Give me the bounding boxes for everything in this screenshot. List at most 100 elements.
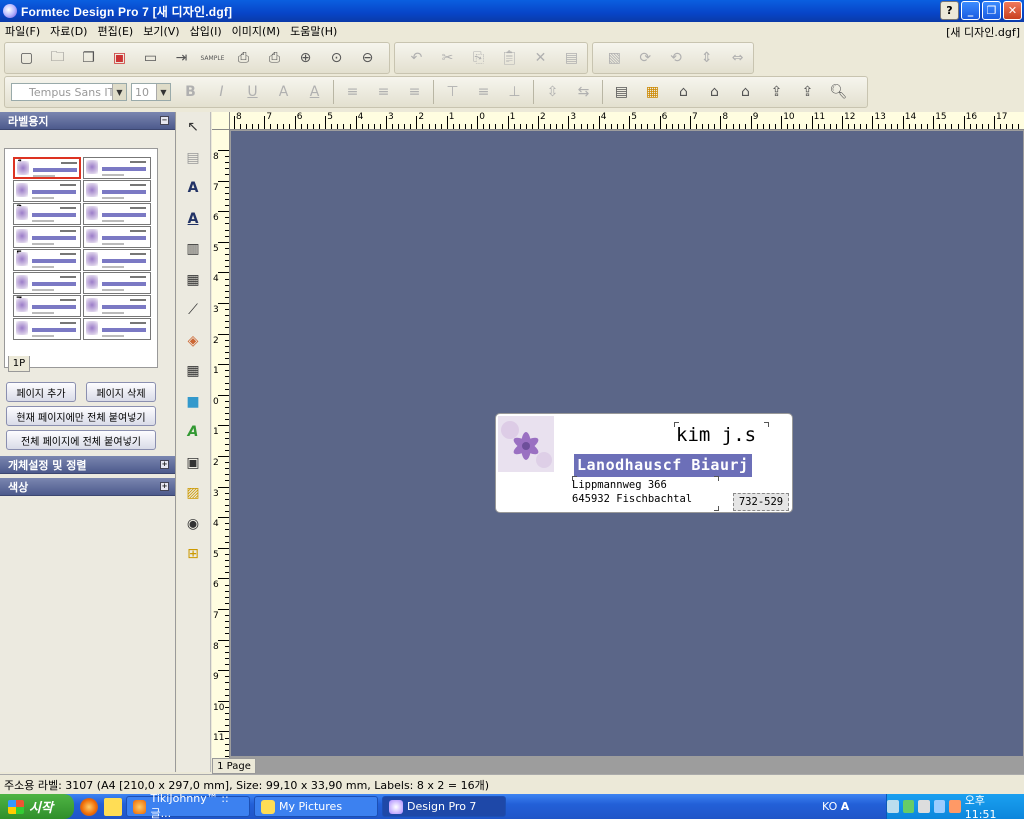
- label-company-text[interactable]: Lanodhauscf Biaurj: [574, 454, 752, 477]
- undo-icon[interactable]: ↶: [401, 45, 432, 71]
- rotate-icon[interactable]: ⟳: [630, 45, 661, 71]
- language-indicator[interactable]: KO A: [822, 800, 849, 813]
- tray-icon[interactable]: [902, 800, 915, 813]
- bold-icon[interactable]: B: [175, 79, 206, 105]
- layout-icon[interactable]: ⊞: [177, 539, 209, 570]
- table-icon[interactable]: ▦: [177, 356, 209, 387]
- 2d-barcode-icon[interactable]: ▦: [177, 265, 209, 296]
- flip-vertical-icon[interactable]: ⇕: [691, 45, 722, 71]
- valign-middle-icon[interactable]: ≡: [468, 79, 499, 105]
- label-code-text[interactable]: 732-529: [733, 493, 789, 511]
- text-box-icon[interactable]: A: [177, 204, 209, 235]
- move-up-icon[interactable]: ⇪: [761, 79, 792, 105]
- delete-page-button[interactable]: 페이지 삭제: [86, 382, 156, 402]
- paste-all-pages-button[interactable]: 전체 페이지에 전체 붙여넣기: [6, 430, 156, 450]
- label-thumb[interactable]: [83, 249, 151, 271]
- object-settings-header[interactable]: 개체설정 및 정렬 +: [0, 456, 175, 474]
- save-icon[interactable]: ▣: [104, 45, 135, 71]
- menu-edit[interactable]: 편집(E): [92, 23, 138, 39]
- outline-text-icon[interactable]: A: [268, 79, 299, 105]
- page-tab-1p[interactable]: 1P: [8, 356, 30, 372]
- tray-icon[interactable]: [933, 800, 946, 813]
- image-icon[interactable]: ▣: [177, 448, 209, 479]
- pointer-icon[interactable]: ↖: [177, 112, 209, 143]
- document-icon[interactable]: ▤: [177, 143, 209, 174]
- image-edit-icon[interactable]: ▧: [599, 45, 630, 71]
- move-down-icon[interactable]: ⇪: [792, 79, 823, 105]
- print-preview-icon[interactable]: ⎙: [259, 45, 290, 71]
- line-spacing-icon[interactable]: ⇳: [537, 79, 568, 105]
- char-spacing-icon[interactable]: ⇆: [568, 79, 599, 105]
- merge-alt-icon[interactable]: ⌂: [699, 79, 730, 105]
- new-icon[interactable]: ▢: [11, 45, 42, 71]
- align-left-icon[interactable]: ≡: [337, 79, 368, 105]
- align-right-icon[interactable]: ≡: [399, 79, 430, 105]
- label-thumb[interactable]: [13, 272, 81, 294]
- collapse-icon[interactable]: −: [160, 116, 169, 125]
- page-label-tab[interactable]: 1 Page: [212, 758, 256, 774]
- workspace[interactable]: kim j.s Lanodhauscf Biaurj Lippmannweg 3…: [231, 131, 1023, 756]
- label-name-text[interactable]: kim j.s: [676, 424, 756, 446]
- menu-image[interactable]: 이미지(M): [227, 23, 285, 39]
- label-thumb[interactable]: [83, 203, 151, 225]
- close-button[interactable]: ✕: [1003, 1, 1022, 20]
- address-label[interactable]: kim j.s Lanodhauscf Biaurj Lippmannweg 3…: [495, 413, 793, 513]
- help-button[interactable]: ?: [940, 1, 959, 20]
- properties-icon[interactable]: ▤: [556, 45, 587, 71]
- paste-current-page-button[interactable]: 현재 페이지에만 전체 붙여넣기: [6, 406, 156, 426]
- label-thumb[interactable]: [13, 180, 81, 202]
- search-icon[interactable]: 🔍︎: [823, 79, 854, 105]
- pdf417-icon[interactable]: ◉: [177, 509, 209, 540]
- menu-insert[interactable]: 삽입(I): [185, 23, 227, 39]
- underline-icon[interactable]: U: [237, 79, 268, 105]
- color-header[interactable]: 색상 +: [0, 478, 175, 496]
- export-icon[interactable]: ⇥: [166, 45, 197, 71]
- label-thumb[interactable]: 3: [13, 203, 81, 225]
- add-page-button[interactable]: 페이지 추가: [6, 382, 76, 402]
- delete-icon[interactable]: ✕: [525, 45, 556, 71]
- tray-icon[interactable]: [887, 800, 899, 813]
- clipart-icon[interactable]: ▨: [177, 478, 209, 509]
- task-my-pictures[interactable]: My Pictures: [254, 796, 378, 817]
- italic-icon[interactable]: I: [206, 79, 237, 105]
- menu-data[interactable]: 자료(D): [45, 23, 92, 39]
- font-color-icon[interactable]: A: [299, 79, 330, 105]
- label-thumb[interactable]: [13, 318, 81, 340]
- minimize-button[interactable]: _: [961, 1, 980, 20]
- record-icon[interactable]: ⌂: [730, 79, 761, 105]
- zoom-out-icon[interactable]: ⊖: [352, 45, 383, 71]
- expand-icon[interactable]: +: [160, 482, 169, 491]
- label-thumb[interactable]: [83, 318, 151, 340]
- label-thumb[interactable]: [13, 226, 81, 248]
- label-address-line1[interactable]: Lippmannweg 366: [572, 479, 667, 491]
- zoom-fit-icon[interactable]: ⊙: [321, 45, 352, 71]
- valign-bottom-icon[interactable]: ⊥: [499, 79, 530, 105]
- menu-help[interactable]: 도움말(H): [285, 23, 342, 39]
- label-sheet-header[interactable]: 라벨용지 −: [0, 112, 175, 130]
- label-thumb[interactable]: [83, 226, 151, 248]
- label-thumb[interactable]: [83, 180, 151, 202]
- align-center-icon[interactable]: ≡: [368, 79, 399, 105]
- valign-top-icon[interactable]: ⊤: [437, 79, 468, 105]
- shapes-icon[interactable]: ◈: [177, 326, 209, 357]
- task-tikijohnny[interactable]: TikiJohnny™ :: 글...: [126, 792, 250, 819]
- restore-button[interactable]: ❐: [982, 1, 1001, 20]
- label-thumb[interactable]: [83, 157, 151, 179]
- menu-file[interactable]: 파일(F): [0, 23, 45, 39]
- tray-icon[interactable]: [949, 800, 961, 813]
- label-thumb[interactable]: [83, 272, 151, 294]
- gradient-icon[interactable]: ■: [177, 387, 209, 418]
- label-thumb[interactable]: 5: [13, 249, 81, 271]
- merge-icon[interactable]: ⌂: [668, 79, 699, 105]
- label-thumb[interactable]: 7: [13, 295, 81, 317]
- line-icon[interactable]: ⟋: [177, 295, 209, 326]
- font-select[interactable]: Tempus Sans ITC ▼: [11, 83, 127, 101]
- copy-icon[interactable]: ⎘: [463, 45, 494, 71]
- flower-image[interactable]: [498, 416, 554, 472]
- label-address-line2[interactable]: 645932 Fischbachtal: [572, 493, 692, 505]
- database-icon[interactable]: ▦: [637, 79, 668, 105]
- barcode-icon[interactable]: ▥: [177, 234, 209, 265]
- menu-view[interactable]: 보기(V): [138, 23, 184, 39]
- expand-icon[interactable]: +: [160, 460, 169, 469]
- label-thumb[interactable]: 1: [13, 157, 81, 179]
